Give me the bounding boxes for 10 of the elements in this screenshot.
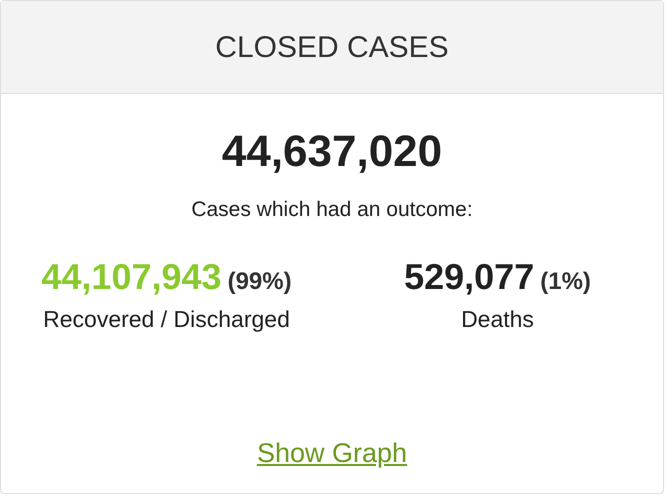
subtitle: Cases which had an outcome: <box>191 197 473 223</box>
outcome-label: Deaths <box>461 304 534 334</box>
outcome-label: Recovered / Discharged <box>43 304 290 334</box>
outcome-percent: (1%) <box>540 266 591 296</box>
outcome-count: 529,077 <box>404 254 534 298</box>
show-graph-link[interactable]: Show Graph <box>256 432 408 473</box>
total-count: 44,637,020 <box>222 130 442 174</box>
outcome-percent: (99%) <box>228 266 292 296</box>
card-title: CLOSED CASES <box>215 30 449 66</box>
outcome-count: 44,107,943 <box>41 254 222 298</box>
